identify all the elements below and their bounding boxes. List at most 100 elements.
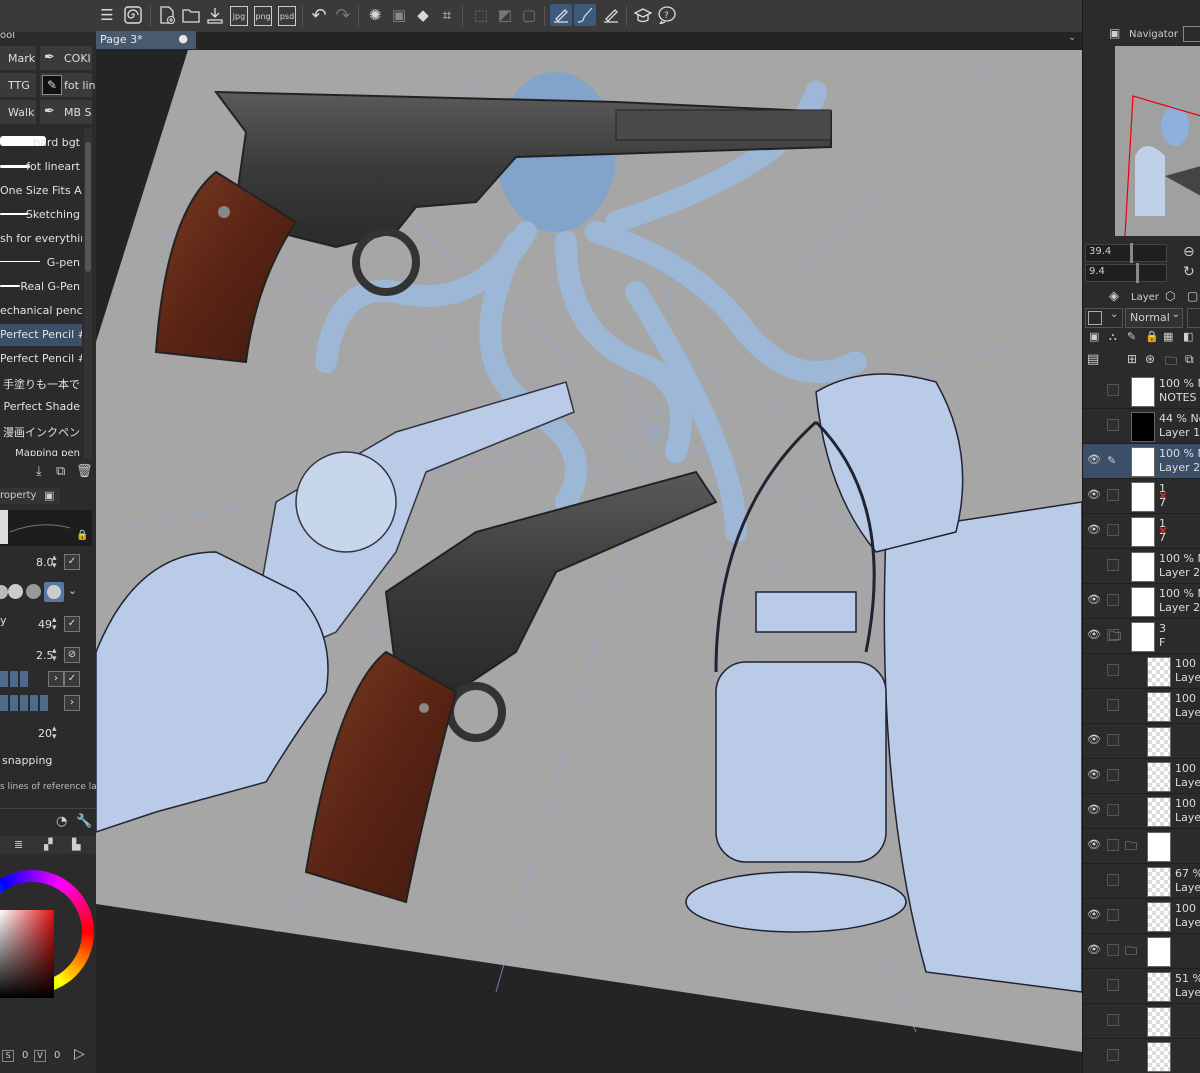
zoom-out-icon[interactable]: ⊖ [1183,244,1195,260]
settings-icon[interactable]: ◔ [56,814,67,829]
layer-edit-toggle[interactable] [1107,944,1119,956]
blend-options-dropdown[interactable]: ⌄ [1085,308,1123,328]
mask-icon[interactable]: ◧ [1183,330,1193,343]
subtool-coki[interactable]: ✒ COKI [40,46,92,70]
eye-icon[interactable]: 👁 [1087,769,1101,781]
selection-border-icon[interactable]: ▢ [518,4,540,26]
layer-row[interactable]: 100 %Laye [1083,654,1200,689]
thickness-value[interactable]: 2.5 [36,649,54,662]
scroll-thumb[interactable] [85,142,91,272]
folder-icon[interactable]: 🗀 [1125,837,1137,858]
layer-row[interactable]: 👁 ✕ 1 7 [1083,514,1200,549]
new-raster-layer-icon[interactable]: ⊞ [1127,352,1137,366]
menu-icon[interactable]: ☰ [96,4,118,26]
layer-edit-toggle[interactable] [1107,699,1119,711]
layer-row[interactable] [1083,1039,1200,1073]
layer-row[interactable]: 👁 100 % NoLayer 22 [1083,584,1200,619]
brush-item[interactable]: Sketching [0,204,82,226]
brush-item-selected[interactable]: Perfect Pencil #1 [0,324,82,346]
copy-icon[interactable]: ⧉ [56,464,65,479]
canvas-drawing[interactable] [96,32,1082,1073]
spiral-icon[interactable] [122,4,144,26]
layer-list-icon[interactable]: ▤ [1087,352,1099,367]
layer-edit-toggle[interactable] [1107,804,1119,816]
eye-icon[interactable]: 👁 [1087,594,1101,606]
eye-icon[interactable]: 👁 [1087,944,1101,956]
download-icon[interactable]: ⤓ [36,464,42,479]
subtool-walk[interactable]: Walk [0,100,36,124]
layer-row[interactable] [1083,1004,1200,1039]
canvas-area[interactable] [96,32,1082,1073]
transform-icon[interactable]: ⌗ [436,4,458,26]
layer-property-icon[interactable]: ⬡ [1165,289,1175,303]
navigator-preview[interactable] [1115,46,1200,237]
opacity-slider[interactable] [1187,308,1200,328]
help-icon[interactable]: ? [656,4,678,26]
new-folder-icon[interactable]: 🗀 [1165,352,1177,373]
anti-alias-gauge[interactable] [0,695,64,711]
brush-list-scrollbar[interactable] [84,128,92,458]
eye-hidden-icon[interactable] [1087,559,1101,571]
ruler-pen-icon[interactable] [600,4,622,26]
panel-menu-icon[interactable]: ▢ [1187,289,1198,303]
brush-item[interactable]: hard bgt [0,132,82,154]
navigator-tab[interactable]: Navigator [1129,29,1178,40]
lock-icon[interactable]: 🔒 [1145,330,1159,343]
folder-icon[interactable]: 🗀 [1109,627,1121,648]
opacity-value[interactable]: 49 [38,618,52,631]
layer-row[interactable]: 👁 100 %Laye [1083,794,1200,829]
layer-tab[interactable]: Layer [1131,292,1159,303]
selection-invert-icon[interactable]: ◩ [494,4,516,26]
color-set-tab-icon[interactable]: ▞ [44,838,52,851]
brush-item[interactable]: Mapping pen [0,444,82,456]
eye-hidden-icon[interactable] [1087,419,1101,431]
layer-edit-toggle[interactable] [1107,384,1119,396]
zoom-slider[interactable]: 39.4 [1085,243,1167,263]
stepper-icon[interactable]: ▴ ▾ [52,647,57,664]
chevron-down-icon[interactable]: ⌄ [1068,32,1076,43]
brush-stabilize-icon[interactable] [574,4,596,26]
eye-hidden-icon[interactable] [1087,699,1101,711]
clip-icon[interactable]: ▣ [1089,330,1099,343]
save-icon[interactable] [204,4,226,26]
export-png-icon[interactable]: png [254,6,272,26]
brush-item[interactable]: fot lineart [0,156,82,178]
selection-off-icon[interactable]: ⬚ [470,4,492,26]
tip-shape[interactable] [26,584,41,599]
tip-shape-selected[interactable] [44,582,64,602]
open-folder-icon[interactable] [180,4,202,26]
layer-edit-toggle[interactable] [1107,489,1119,501]
close-dot-icon[interactable]: ● [178,30,188,48]
chevron-right-icon[interactable]: › [64,695,80,711]
subtool-mark[interactable]: Mark [0,46,36,70]
pen-stabilize-icon[interactable] [550,4,572,26]
play-icon[interactable]: ▷ [74,1046,85,1062]
navigator-menu-icon[interactable] [1183,26,1200,42]
stabilization-value[interactable]: 20 [38,727,52,740]
eye-icon[interactable]: 👁 [1087,839,1101,851]
eye-icon[interactable]: 👁 [1087,489,1101,501]
layer-row[interactable]: 👁 🗀 [1083,829,1200,864]
layer-row[interactable]: 👁 [1083,724,1200,759]
slider-thumb[interactable] [1130,243,1133,263]
undo-icon[interactable]: ↶ [308,4,330,26]
subtool-ttg[interactable]: TTG [0,73,36,97]
rotate-icon[interactable]: ↻ [1183,264,1195,280]
layer-edit-toggle[interactable] [1107,524,1119,536]
spinner-icon[interactable]: ✺ [364,4,386,26]
brush-item[interactable]: sh for everything [0,228,82,250]
new-vector-layer-icon[interactable]: ⊛ [1145,352,1155,366]
eye-hidden-icon[interactable] [1087,1049,1101,1061]
trash-icon[interactable]: 🗑 [76,464,93,479]
reference-layer-icon[interactable]: ⛬ [1109,330,1117,344]
stabilization-gauge[interactable] [0,671,44,687]
brush-item[interactable]: G-pen [0,252,82,274]
layer-row[interactable]: 👁 🗀 3 F [1083,619,1200,654]
layer-edit-toggle[interactable] [1107,909,1119,921]
chevron-down-icon[interactable]: ⌄ [68,584,77,597]
wrench-icon[interactable]: 🔧 [76,814,92,829]
blend-mode-select[interactable]: Normal ⌄ [1125,308,1183,328]
layer-row[interactable]: 100 % NoNOTES [1083,374,1200,409]
copy-layer-icon[interactable]: ⧉ [1185,352,1194,367]
brush-item[interactable]: Real G-Pen [0,276,82,298]
